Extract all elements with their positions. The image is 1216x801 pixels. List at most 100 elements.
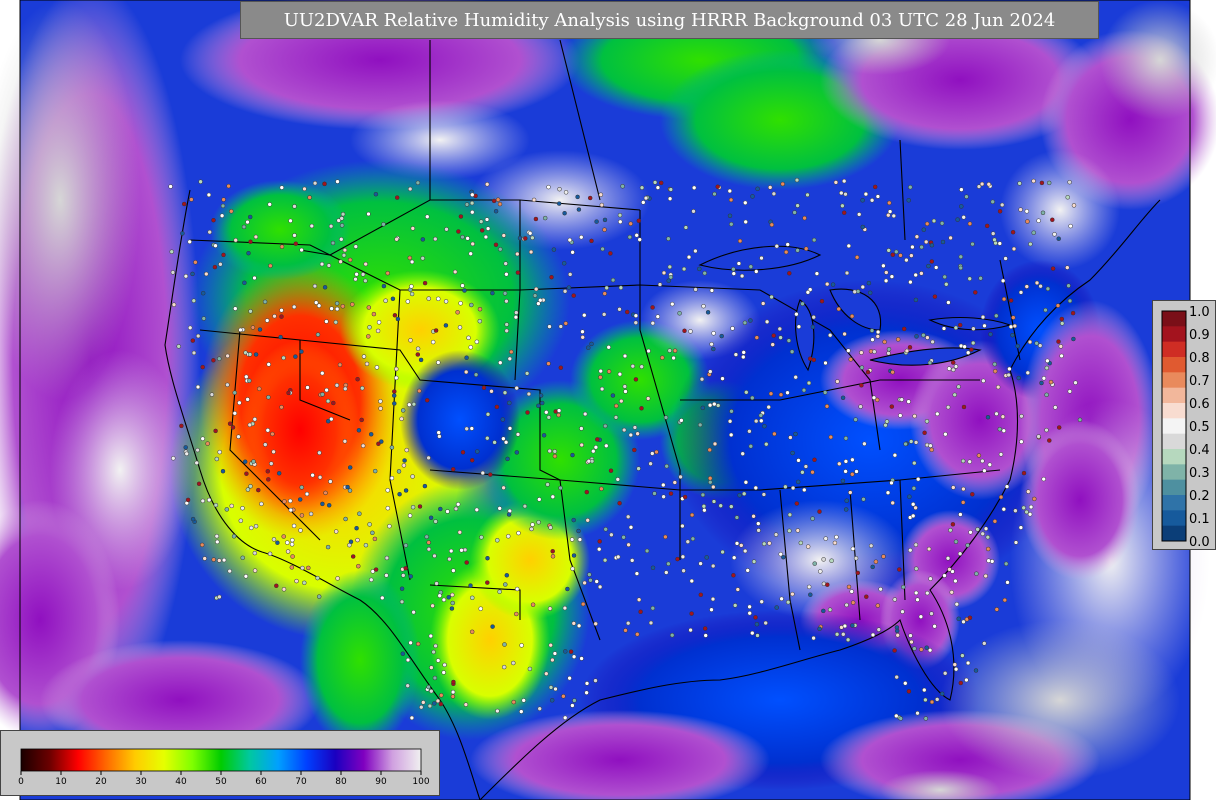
station-dot: [428, 633, 434, 639]
station-dot: [226, 183, 231, 189]
station-dot: [171, 302, 177, 307]
station-dot: [184, 451, 189, 457]
station-dot: [688, 329, 693, 334]
station-dot: [873, 559, 879, 564]
increment-tick-label: 0.8: [1189, 351, 1210, 366]
station-dot: [299, 349, 304, 354]
station-dot: [711, 331, 716, 336]
station-dot: [846, 348, 851, 353]
station-dot: [1021, 505, 1026, 511]
station-dot: [964, 677, 969, 683]
station-dot: [570, 250, 575, 255]
station-dot: [1008, 324, 1014, 330]
station-dot: [516, 530, 521, 536]
station-dot: [195, 447, 200, 453]
station-dot: [530, 235, 535, 241]
station-dot: [1050, 217, 1055, 223]
station-dot: [1024, 509, 1029, 515]
station-dot: [405, 657, 411, 663]
station-dot: [1056, 425, 1062, 430]
station-dot: [424, 534, 429, 540]
station-dot: [442, 662, 447, 668]
station-dot: [328, 223, 334, 229]
station-dot: [498, 247, 503, 252]
station-dot: [385, 270, 390, 276]
station-dot: [231, 534, 237, 539]
station-dot: [570, 703, 575, 708]
station-dot: [240, 505, 245, 511]
station-dot: [435, 698, 441, 704]
station-dot: [790, 591, 795, 597]
station-dot: [1071, 336, 1076, 342]
station-dot: [1021, 470, 1027, 476]
increment-color-swatch: [1162, 341, 1186, 358]
station-dot: [735, 587, 741, 592]
station-dot: [1044, 365, 1050, 371]
station-dot: [1073, 380, 1078, 385]
station-dot: [343, 516, 348, 522]
station-dot: [606, 345, 611, 350]
station-dot: [839, 190, 844, 196]
station-dot: [810, 469, 815, 475]
station-dot: [942, 573, 947, 578]
station-dot: [556, 412, 561, 418]
station-dot: [908, 633, 913, 638]
station-dot: [805, 192, 810, 198]
station-dot: [802, 487, 807, 493]
station-dot: [415, 352, 421, 357]
station-dot: [793, 431, 798, 437]
station-dot: [883, 278, 889, 284]
station-dot: [169, 249, 174, 254]
station-dot: [990, 199, 995, 205]
station-dot: [363, 278, 368, 284]
station-dot: [190, 338, 196, 343]
station-dot: [894, 249, 899, 255]
station-dot: [450, 592, 455, 598]
station-dot: [246, 250, 251, 256]
station-dot: [800, 470, 805, 475]
station-dot: [753, 418, 759, 424]
station-dot: [644, 548, 650, 554]
station-dot: [579, 656, 584, 661]
station-dot: [650, 305, 655, 310]
station-dot: [474, 507, 480, 513]
station-dot: [513, 314, 519, 320]
station-dot: [457, 530, 463, 535]
station-dot: [913, 590, 919, 596]
station-dot: [727, 188, 733, 194]
station-dot: [849, 589, 854, 594]
station-dot: [1041, 376, 1047, 381]
station-dot: [343, 386, 348, 392]
station-dot: [1067, 179, 1072, 185]
station-dot: [720, 549, 725, 555]
station-dot: [953, 578, 958, 584]
station-dot: [900, 609, 905, 614]
station-dot: [497, 201, 503, 207]
station-dot: [1053, 405, 1058, 410]
station-dot: [852, 289, 857, 295]
station-dot: [690, 536, 696, 542]
station-dot: [693, 287, 698, 292]
station-dot: [728, 197, 734, 203]
station-dot: [514, 310, 519, 315]
station-dot: [958, 680, 964, 686]
station-dot: [978, 276, 983, 281]
station-dot: [340, 211, 346, 217]
station-dot: [824, 404, 830, 409]
station-dot: [786, 338, 792, 343]
station-dot: [443, 299, 449, 304]
station-dot: [527, 231, 533, 236]
station-dot: [834, 534, 839, 540]
station-dot: [515, 251, 520, 257]
station-dot: [802, 215, 807, 221]
station-dot: [190, 516, 196, 522]
station-dot: [772, 431, 777, 437]
station-dot: [754, 269, 759, 274]
station-dot: [638, 609, 643, 615]
station-dot: [422, 483, 428, 489]
station-dot: [998, 452, 1004, 457]
station-dot: [530, 522, 535, 527]
station-dot: [229, 503, 234, 509]
station-dot: [811, 237, 817, 243]
station-dot: [1059, 316, 1065, 322]
